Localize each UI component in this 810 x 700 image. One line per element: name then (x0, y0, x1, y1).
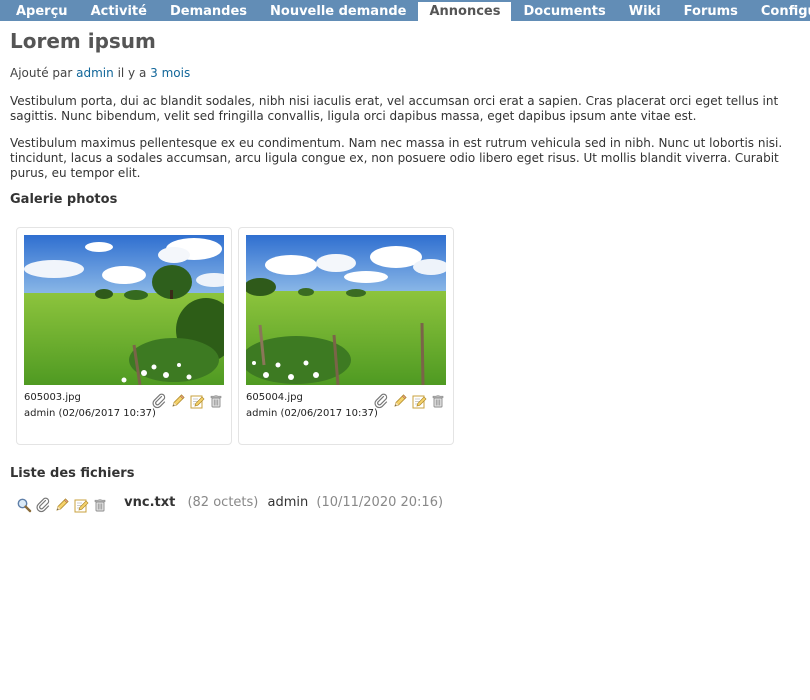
tab-forums[interactable]: Forums (673, 2, 749, 21)
file-name-link[interactable]: vnc.txt (124, 495, 175, 510)
file-size: (82 octets) (187, 495, 259, 510)
paperclip-icon[interactable] (151, 393, 167, 409)
age-link[interactable]: 3 mois (150, 66, 190, 80)
trash-icon[interactable] (208, 393, 224, 409)
file-date: (10/11/2020 20:16) (316, 495, 444, 510)
tab-apercu[interactable]: Aperçu (5, 2, 79, 21)
pencil-icon[interactable] (392, 393, 408, 409)
photo-card: 605004.jpg admin (02/06/2017 10:37) (238, 227, 454, 445)
news-paragraph-1: Vestibulum porta, dui ac blandit sodales… (10, 94, 810, 124)
photo-card: 605003.jpg admin (02/06/2017 10:37) (16, 227, 232, 445)
photo-thumbnail[interactable] (24, 235, 224, 385)
file-author: admin (267, 495, 309, 510)
tab-wiki[interactable]: Wiki (618, 2, 672, 21)
edit-page-icon[interactable] (189, 393, 205, 409)
trash-icon[interactable] (430, 393, 446, 409)
files-heading: Liste des fichiers (10, 466, 135, 481)
news-title: Lorem ipsum (10, 29, 156, 53)
news-paragraph-2: Vestibulum maximus pellentesque ex eu co… (10, 136, 810, 181)
age-prefix: il y a (117, 66, 147, 80)
edit-page-icon[interactable] (411, 393, 427, 409)
paperclip-icon[interactable] (373, 393, 389, 409)
paragraph-line: tincidunt, lacus a sodales accumsan, arc… (10, 151, 779, 165)
paragraph-line: sagittis. Nunc bibendum, velit sed fring… (10, 109, 697, 123)
file-row: vnc.txt (82 octets) admin (10/11/2020 20… (16, 495, 443, 515)
magnifier-icon[interactable] (16, 497, 32, 513)
tab-demandes[interactable]: Demandes (159, 2, 258, 21)
paragraph-line: Vestibulum porta, dui ac blandit sodales… (10, 94, 779, 108)
photo-filename: 605003.jpg (24, 392, 81, 403)
photo-actions (370, 393, 446, 409)
pencil-icon[interactable] (170, 393, 186, 409)
paragraph-line: Vestibulum maximus pellentesque ex eu co… (10, 136, 783, 150)
tab-annonces[interactable]: Annonces (418, 2, 512, 21)
photo-actions (148, 393, 224, 409)
photo-meta: admin (02/06/2017 10:37) (24, 408, 156, 419)
tab-configuration[interactable]: Configuration (750, 2, 810, 21)
news-author-line: Ajouté par admin il y a 3 mois (10, 66, 190, 80)
photo-meta: admin (02/06/2017 10:37) (246, 408, 378, 419)
trash-icon[interactable] (92, 497, 108, 513)
paperclip-icon[interactable] (35, 497, 51, 513)
paragraph-line: purus, eu tempor elit. (10, 166, 141, 180)
edit-page-icon[interactable] (73, 497, 89, 513)
photo-thumbnail[interactable] (246, 235, 446, 385)
author-link[interactable]: admin (76, 66, 114, 80)
author-prefix: Ajouté par (10, 66, 73, 80)
main-menu: Aperçu Activité Demandes Nouvelle demande An… (0, 0, 810, 21)
tab-documents[interactable]: Documents (512, 2, 616, 21)
tab-activite[interactable]: Activité (80, 2, 158, 21)
gallery-heading: Galerie photos (10, 192, 118, 207)
tab-nouvelle-demande[interactable]: Nouvelle demande (259, 2, 417, 21)
photo-filename: 605004.jpg (246, 392, 303, 403)
pencil-icon[interactable] (54, 497, 70, 513)
file-actions (16, 497, 108, 513)
